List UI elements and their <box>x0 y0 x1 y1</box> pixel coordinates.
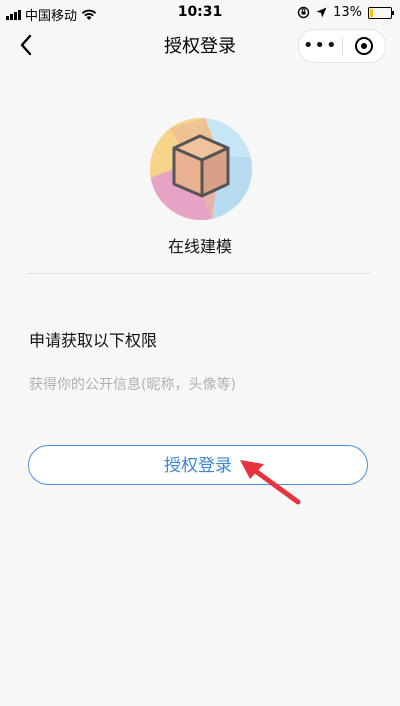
target-icon <box>354 37 373 55</box>
box-icon <box>172 134 230 198</box>
battery-icon <box>368 6 394 19</box>
location-icon <box>316 7 327 18</box>
more-button[interactable]: ••• <box>299 31 342 61</box>
authorize-login-button[interactable]: 授权登录 <box>28 445 368 485</box>
permission-title: 申请获取以下权限 <box>29 331 158 350</box>
divider <box>28 273 370 274</box>
status-bar: 中国移动 10:31 13% <box>0 0 400 26</box>
orientation-lock-icon <box>297 6 310 19</box>
close-miniprogram-button[interactable] <box>343 37 386 55</box>
battery-percent: 13% <box>333 5 362 20</box>
battery-fill <box>370 8 373 17</box>
app-name: 在线建模 <box>167 237 232 256</box>
menu-capsule: ••• <box>298 29 386 63</box>
permission-description: 获得你的公开信息(昵称，头像等) <box>29 377 236 393</box>
app-logo <box>150 118 252 220</box>
status-bar-right: 13% <box>297 5 394 20</box>
arrow-annotation-icon <box>240 460 301 505</box>
nav-bar: 授权登录 ••• <box>0 26 400 66</box>
